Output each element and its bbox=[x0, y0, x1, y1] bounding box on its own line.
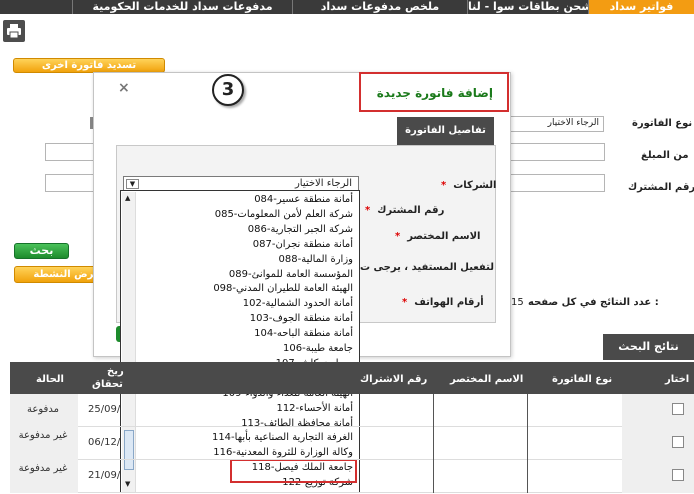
row-due-date: 21/09/ bbox=[88, 470, 121, 481]
row-checkbox[interactable] bbox=[672, 469, 684, 481]
table-row[interactable]: 06/12/ غير مدفوعة bbox=[10, 427, 694, 460]
row-divider bbox=[527, 427, 528, 460]
results-table-header: اختار نوع الفاتورة الاسم المختصر رقم الا… bbox=[10, 362, 694, 394]
top-tab-bar: فواتير سداد شحن بطاقات سوا - لنا ملخص مد… bbox=[0, 0, 694, 14]
row-due-date: 06/12/ bbox=[88, 437, 121, 448]
dropdown-option[interactable]: 088-وزارة المالية bbox=[279, 253, 353, 267]
dropdown-option[interactable]: 086-شركة الجبر التجارية bbox=[248, 223, 353, 237]
tab-bill-details[interactable]: تفاصيل الفاتورة bbox=[397, 117, 494, 145]
required-star: * bbox=[365, 205, 371, 216]
printer-icon bbox=[7, 24, 21, 39]
phones-label: * أرقام الهواتف bbox=[402, 297, 484, 308]
dropdown-option[interactable]: 106-جامعة طيبة bbox=[283, 342, 353, 356]
short-name-label: * الاسم المختصر bbox=[395, 231, 480, 242]
companies-select-value: الرجاء الاختيار bbox=[294, 178, 352, 189]
dropdown-option[interactable]: 087-أمانة منطقة نجران bbox=[253, 238, 353, 252]
short-name-label-text: الاسم المختصر bbox=[407, 231, 481, 242]
scroll-up-icon[interactable]: ▲ bbox=[125, 194, 130, 202]
step-number-badge: 3 bbox=[212, 74, 244, 106]
col-short-name: الاسم المختصر bbox=[450, 374, 524, 385]
phones-label-text: أرقام الهواتف bbox=[414, 297, 484, 308]
table-row[interactable]: 21/09/ غير مدفوعة bbox=[10, 460, 694, 493]
col-select: اختار bbox=[665, 374, 690, 385]
bill-type-label: نوع الفاتورة bbox=[632, 118, 693, 129]
modal-title: إضافة فاتورة جديدة bbox=[376, 86, 493, 100]
dropdown-option[interactable]: 084-أمانة منطقة عسير bbox=[254, 193, 353, 207]
modal-title-box: إضافة فاتورة جديدة bbox=[359, 72, 509, 112]
search-button[interactable]: بحث bbox=[14, 243, 69, 259]
close-icon[interactable]: × bbox=[118, 80, 130, 96]
col-status: الحالة bbox=[36, 374, 64, 385]
tab-search-results[interactable]: نتائج البحث bbox=[603, 334, 694, 360]
col-due-date-line1: ريخ bbox=[107, 366, 124, 377]
dropdown-option[interactable]: 098-الهيئة العامة للطيران المدني bbox=[213, 282, 353, 296]
tab-sawa-recharge[interactable]: شحن بطاقات سوا - لنا bbox=[467, 0, 588, 14]
required-star: * bbox=[402, 297, 408, 308]
row-divider bbox=[527, 460, 528, 493]
row-due-date: 25/09/ bbox=[88, 404, 121, 415]
required-star: * bbox=[441, 180, 447, 191]
required-star: * bbox=[395, 231, 401, 242]
col-subscriber: رقم الاشتراك bbox=[360, 374, 428, 385]
row-divider bbox=[433, 460, 434, 493]
per-page-label: عدد النتائج في كل صفحه : bbox=[528, 297, 659, 308]
tab-payments-summary[interactable]: ملخص مدفوعات سداد bbox=[292, 0, 467, 14]
row-status: غير مدفوعة bbox=[18, 430, 68, 441]
pay-other-bill-button[interactable]: تسديد فاتورة اخرى bbox=[13, 58, 165, 73]
tab-government-payments[interactable]: مدفوعات سداد للخدمات الحكومية bbox=[72, 0, 292, 14]
row-status: غير مدفوعة bbox=[18, 463, 68, 474]
row-divider bbox=[433, 394, 434, 427]
dropdown-option[interactable]: 103-أمانة منطقة الجوف bbox=[250, 312, 353, 326]
print-button[interactable] bbox=[3, 20, 25, 42]
table-row[interactable]: 25/09/ مدفوعة bbox=[10, 394, 694, 427]
companies-label: * الشركات bbox=[441, 180, 496, 191]
bill-type-value: الرجاء الاختيار bbox=[547, 118, 599, 128]
beneficiary-note: لتفعيل المستفيد ، يرجى ت bbox=[360, 262, 494, 273]
chevron-down-icon[interactable]: ▼ bbox=[126, 179, 139, 189]
row-divider bbox=[527, 394, 528, 427]
col-due-date-line2: تحقاق bbox=[92, 379, 123, 390]
row-checkbox[interactable] bbox=[672, 403, 684, 415]
subscriber-label: رقم المشترك bbox=[628, 182, 694, 193]
bill-type-select[interactable]: الرجاء الاختيار bbox=[508, 116, 604, 132]
per-page-value[interactable]: 15 bbox=[511, 297, 524, 308]
dropdown-option[interactable]: 089-المؤسسة العامة للموانئ bbox=[229, 268, 353, 282]
modal-subscriber-label: * رقم المشترك bbox=[365, 205, 444, 216]
row-divider bbox=[433, 427, 434, 460]
row-status: مدفوعة bbox=[27, 404, 59, 415]
companies-label-text: الشركات bbox=[453, 180, 497, 191]
dropdown-option[interactable]: 102-أمانة الحدود الشمالية bbox=[243, 297, 353, 311]
tab-sadad-bills[interactable]: فواتير سداد bbox=[588, 0, 694, 14]
modal-subscriber-label-text: رقم المشترك bbox=[377, 205, 445, 216]
row-checkbox[interactable] bbox=[672, 436, 684, 448]
dropdown-option[interactable]: 104-أمانة منطقة الباحه bbox=[254, 327, 353, 341]
amount-label: من المبلغ bbox=[641, 150, 689, 161]
col-bill-type: نوع الفاتورة bbox=[552, 374, 613, 385]
dropdown-option[interactable]: 085-شركة العلم لأمن المعلومات bbox=[215, 208, 353, 222]
